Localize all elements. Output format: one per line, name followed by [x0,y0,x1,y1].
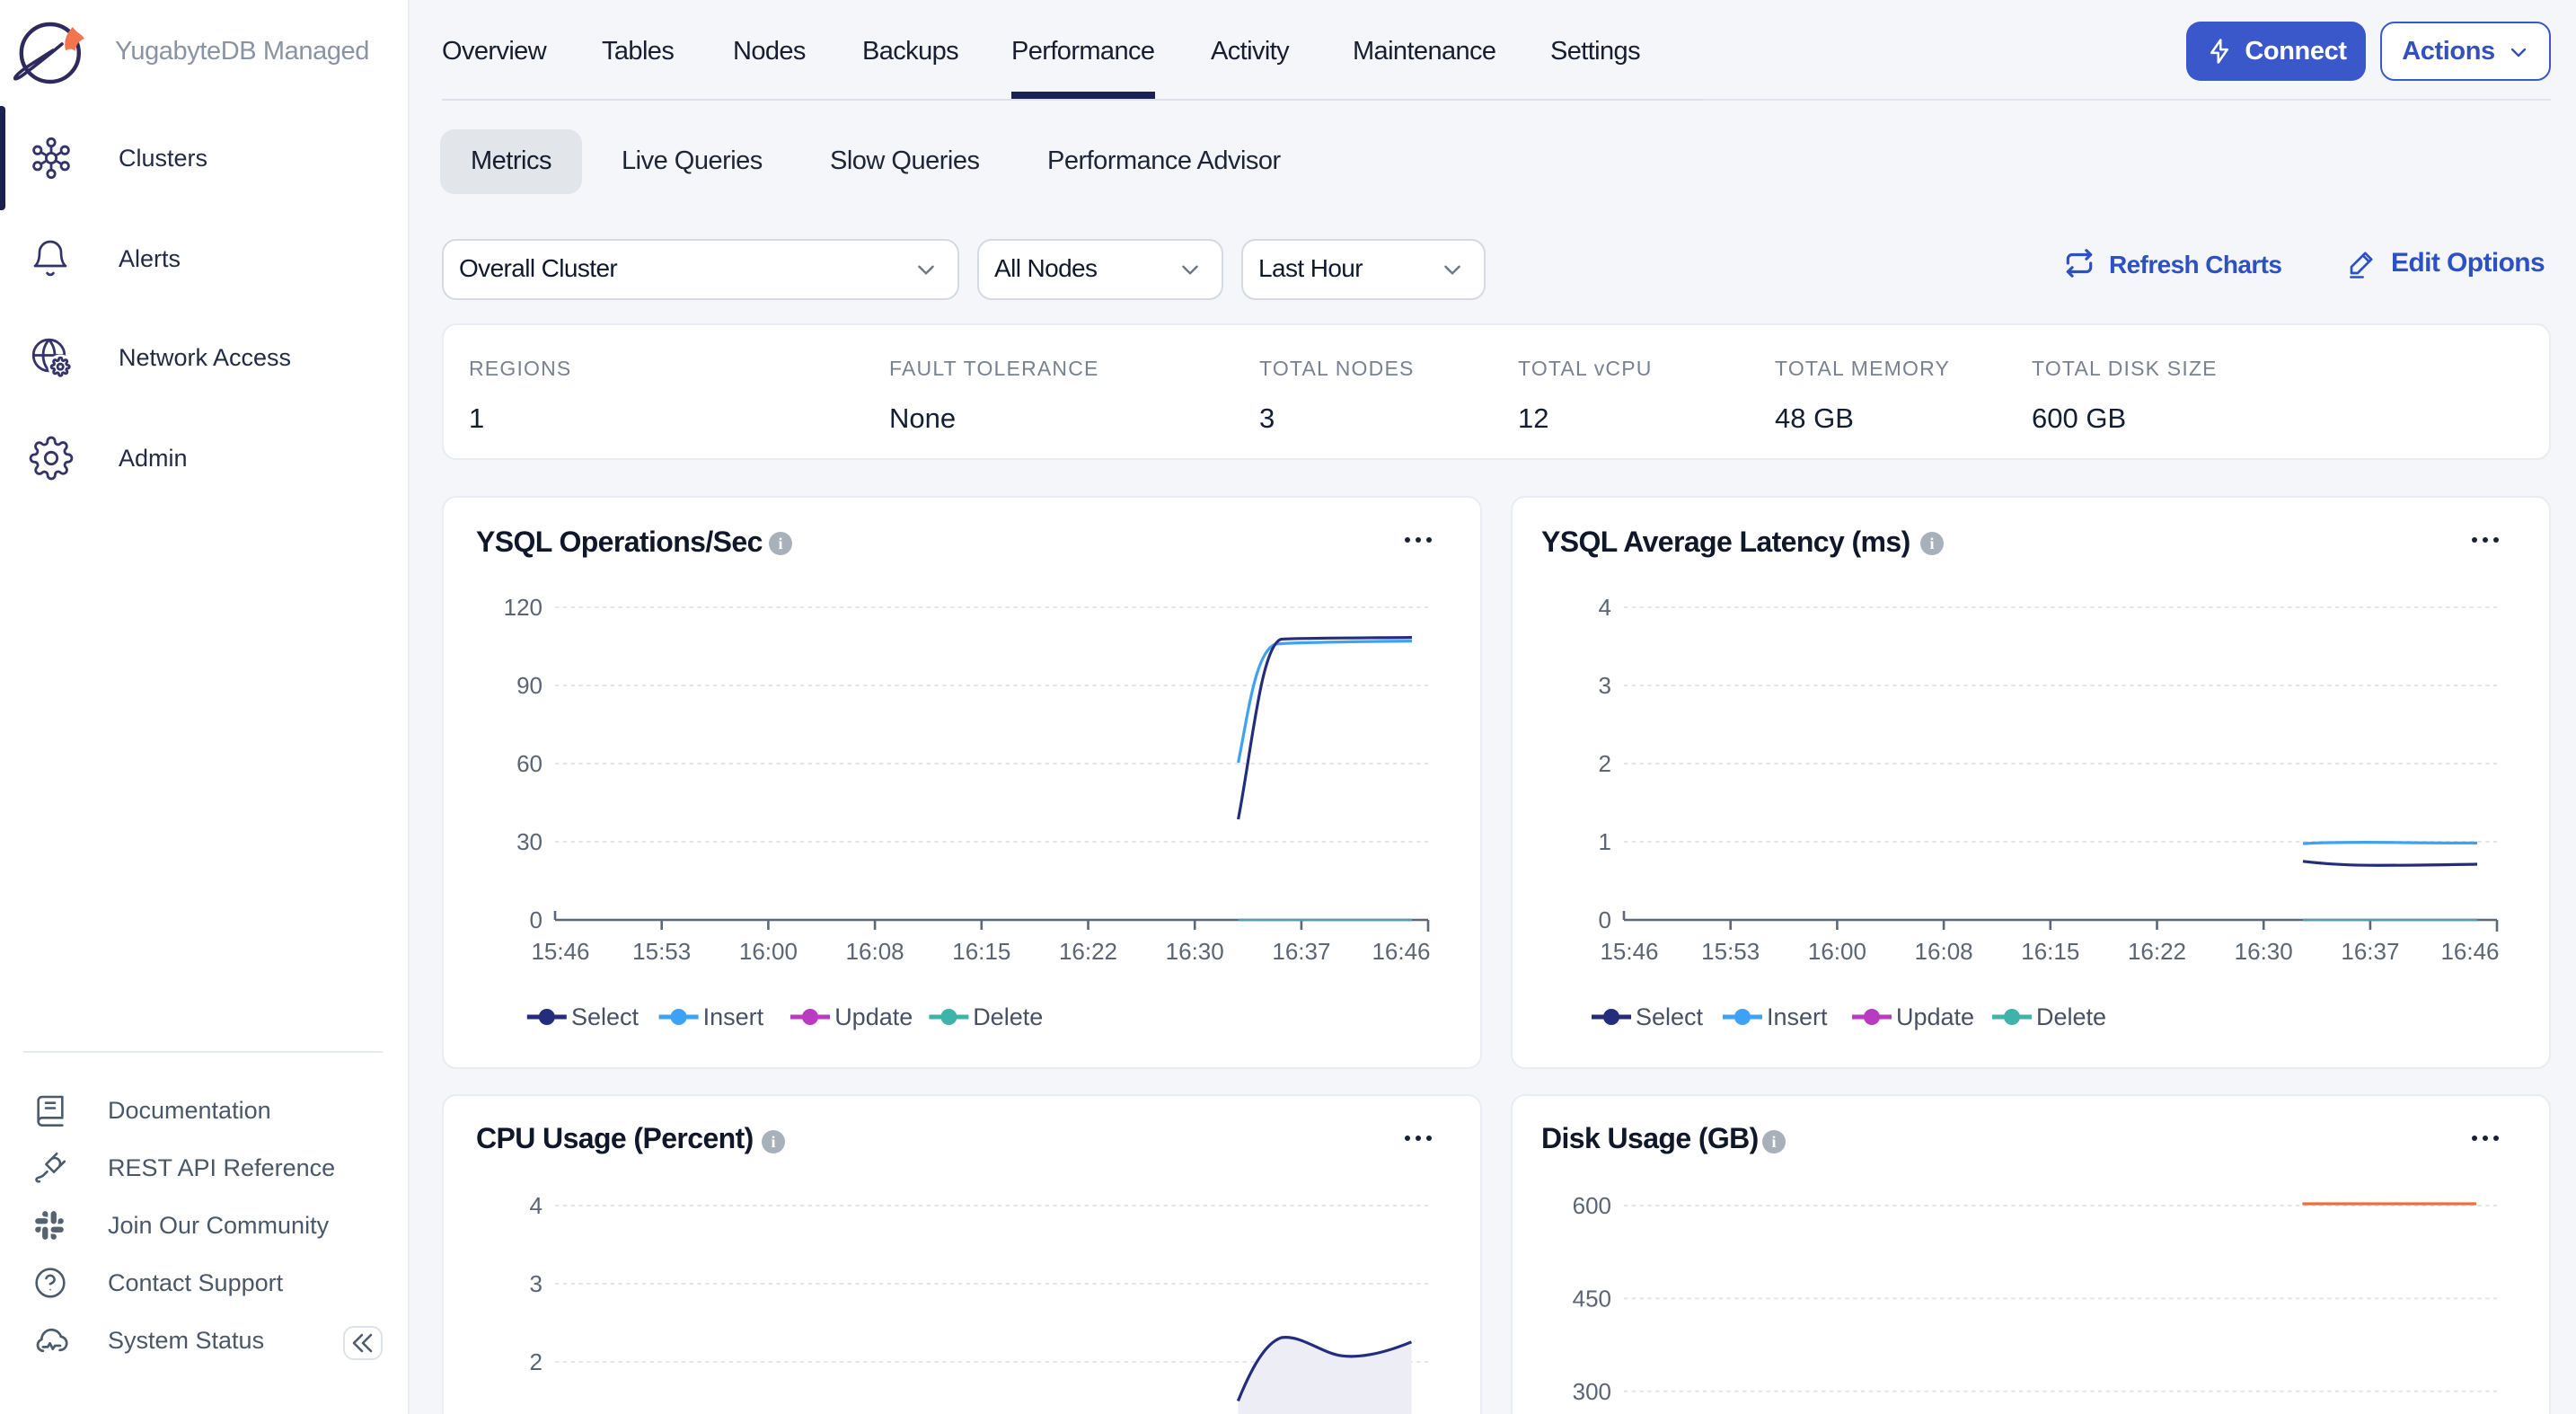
svg-text:16:22: 16:22 [2128,937,2186,964]
svg-text:16:00: 16:00 [1808,937,1866,964]
svg-text:120: 120 [504,593,543,620]
svg-text:0: 0 [1599,906,1611,932]
svg-text:3: 3 [1599,671,1611,698]
svg-text:16:08: 16:08 [1915,937,1973,964]
svg-text:15:53: 15:53 [632,937,691,964]
svg-text:Update: Update [1896,1003,1974,1030]
svg-text:16:00: 16:00 [739,937,798,964]
svg-text:16:37: 16:37 [1272,937,1330,964]
svg-text:16:15: 16:15 [2021,937,2079,964]
svg-text:Update: Update [834,1003,913,1030]
svg-text:16:46: 16:46 [1372,937,1430,964]
svg-text:16:08: 16:08 [846,937,904,964]
svg-text:300: 300 [1573,1378,1611,1405]
svg-text:4: 4 [530,1192,543,1219]
svg-text:0: 0 [530,906,543,932]
svg-text:16:37: 16:37 [2341,937,2399,964]
svg-text:600: 600 [1573,1192,1611,1219]
svg-text:Insert: Insert [703,1003,764,1030]
svg-text:Delete: Delete [2036,1003,2106,1030]
svg-text:16:22: 16:22 [1059,937,1117,964]
svg-text:Delete: Delete [973,1003,1043,1030]
svg-text:Select: Select [571,1003,640,1030]
svg-text:15:46: 15:46 [1600,937,1658,964]
svg-text:Insert: Insert [1767,1003,1828,1030]
svg-text:450: 450 [1573,1285,1611,1312]
svg-text:90: 90 [516,671,543,698]
svg-text:1: 1 [1599,827,1611,854]
svg-text:30: 30 [516,827,543,854]
svg-text:16:30: 16:30 [1166,937,1224,964]
svg-text:15:46: 15:46 [531,937,589,964]
svg-text:16:30: 16:30 [2235,937,2293,964]
svg-text:2: 2 [530,1348,543,1375]
svg-text:16:15: 16:15 [952,937,1010,964]
svg-text:15:53: 15:53 [1701,937,1760,964]
svg-text:Select: Select [1636,1003,1704,1030]
svg-text:16:46: 16:46 [2440,937,2499,964]
svg-text:3: 3 [530,1270,543,1297]
svg-text:60: 60 [516,749,543,776]
svg-text:4: 4 [1599,593,1611,620]
svg-text:2: 2 [1599,749,1611,776]
